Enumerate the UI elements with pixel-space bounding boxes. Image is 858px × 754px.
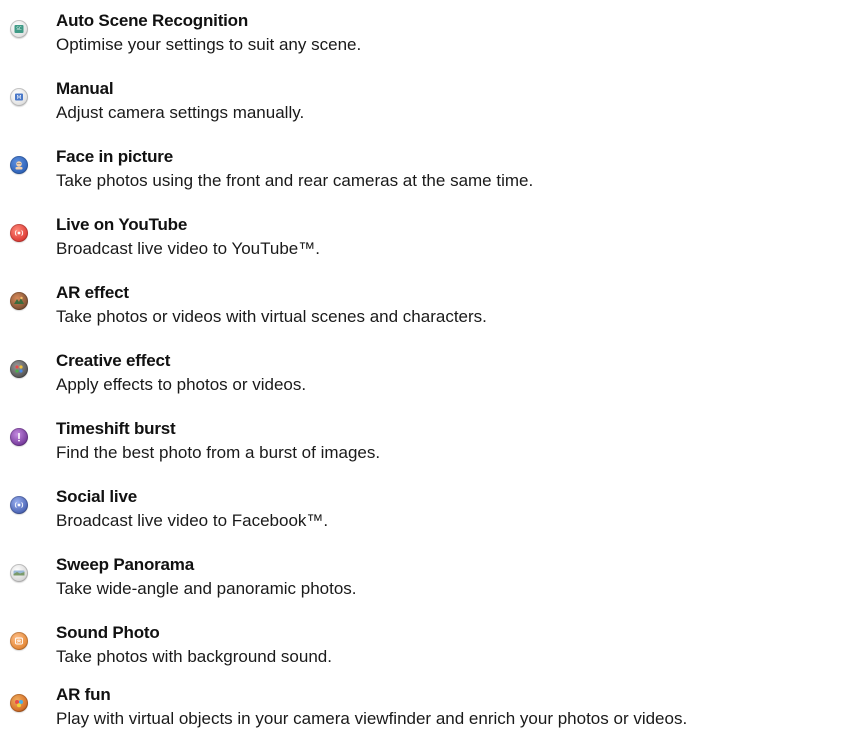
manual-mode-icon: M <box>10 88 28 106</box>
item-title: Social live <box>56 487 137 506</box>
item-description: Find the best photo from a burst of imag… <box>56 443 381 462</box>
svg-text:SC: SC <box>16 26 22 31</box>
item-title: Live on YouTube <box>56 215 188 234</box>
item-title: AR fun <box>56 685 111 704</box>
ar-effect-icon <box>10 292 28 310</box>
item-title: Timeshift burst <box>56 419 176 438</box>
item-description: Adjust camera settings manually. <box>56 103 305 122</box>
list-item-timeshift-burst: Timeshift burst Find the best photo from… <box>0 418 858 486</box>
item-title: Manual <box>56 79 114 98</box>
creative-effect-icon <box>10 360 28 378</box>
list-item-sound-photo: Sound Photo Take photos with background … <box>0 622 858 690</box>
timeshift-burst-icon <box>10 428 28 446</box>
item-description: Take photos with background sound. <box>56 647 332 666</box>
list-item-face-in-picture: Face in picture Take photos using the fr… <box>0 146 858 214</box>
list-item-ar-effect: AR effect Take photos or videos with vir… <box>0 282 858 350</box>
item-description: Broadcast live video to Facebook™. <box>56 511 329 530</box>
item-description: Broadcast live video to YouTube™. <box>56 239 320 258</box>
item-title: Face in picture <box>56 147 173 166</box>
live-on-youtube-icon <box>10 224 28 242</box>
social-live-icon <box>10 496 28 514</box>
sweep-panorama-icon <box>10 564 28 582</box>
list-item-sweep-panorama: Sweep Panorama Take wide-angle and panor… <box>0 554 858 622</box>
camera-mode-list: SC Auto Scene Recognition Optimise your … <box>0 0 858 754</box>
item-title: Auto Scene Recognition <box>56 11 249 30</box>
item-title: AR effect <box>56 283 129 302</box>
item-description: Take photos or videos with virtual scene… <box>56 307 487 326</box>
sound-photo-icon <box>10 632 28 650</box>
item-title: Creative effect <box>56 351 171 370</box>
item-description: Optimise your settings to suit any scene… <box>56 35 362 54</box>
list-item-creative-effect: Creative effect Apply effects to photos … <box>0 350 858 418</box>
item-description: Play with virtual objects in your camera… <box>56 709 688 728</box>
item-description: Apply effects to photos or videos. <box>56 375 307 394</box>
item-title: Sweep Panorama <box>56 555 194 574</box>
svg-text:M: M <box>17 95 22 101</box>
item-title: Sound Photo <box>56 623 160 642</box>
face-in-picture-icon <box>10 156 28 174</box>
list-item-live-on-youtube: Live on YouTube Broadcast live video to … <box>0 214 858 282</box>
list-item-social-live: Social live Broadcast live video to Face… <box>0 486 858 554</box>
list-item-manual: M Manual Adjust camera settings manually… <box>0 78 858 146</box>
auto-scene-recognition-icon: SC <box>10 20 28 38</box>
item-description: Take wide-angle and panoramic photos. <box>56 579 357 598</box>
ar-fun-icon <box>10 694 28 712</box>
list-item-ar-fun: AR fun Play with virtual objects in your… <box>0 684 858 752</box>
list-item-auto-scene-recognition: SC Auto Scene Recognition Optimise your … <box>0 10 858 78</box>
item-description: Take photos using the front and rear cam… <box>56 171 534 190</box>
